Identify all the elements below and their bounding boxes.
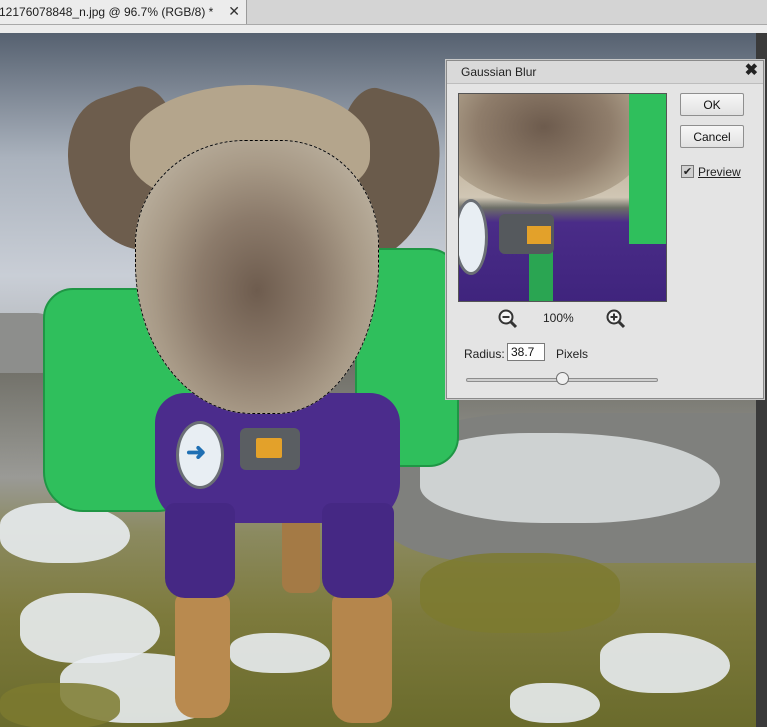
ok-button[interactable]: OK bbox=[680, 93, 744, 116]
blur-preview[interactable] bbox=[458, 93, 667, 302]
sweater-sleeve bbox=[322, 503, 394, 598]
grass-patch bbox=[420, 553, 620, 633]
grass-patch bbox=[0, 683, 120, 727]
snow-patch bbox=[230, 633, 330, 673]
preview-blurred-area bbox=[459, 94, 649, 204]
dialog-title-bar[interactable]: Gaussian Blur ✖ bbox=[447, 61, 763, 84]
sweater-sleeve bbox=[165, 503, 235, 598]
preview-label[interactable]: Preview bbox=[698, 165, 741, 179]
harness-logo bbox=[256, 438, 282, 458]
preview-backpack bbox=[629, 94, 666, 244]
dog-leg bbox=[332, 593, 392, 723]
document-tab-bar: 12176078848_n.jpg @ 96.7% (RGB/8) * ✕ bbox=[0, 0, 767, 25]
zoom-in-icon[interactable] bbox=[605, 308, 627, 330]
arrow-icon: ➜ bbox=[186, 439, 207, 466]
document-tab-title: 12176078848_n.jpg @ 96.7% (RGB/8) * bbox=[0, 5, 214, 19]
radius-slider-thumb[interactable] bbox=[555, 372, 569, 385]
snow-patch bbox=[600, 633, 730, 693]
close-icon[interactable]: ✕ bbox=[228, 4, 240, 18]
zoom-level: 100% bbox=[543, 311, 574, 325]
snow-patch bbox=[510, 683, 600, 723]
preview-dog-tag bbox=[459, 199, 488, 275]
blurred-selection[interactable] bbox=[135, 140, 379, 414]
radius-label: Radius: bbox=[464, 347, 505, 361]
close-icon[interactable]: ✖ bbox=[745, 62, 758, 80]
cancel-button[interactable]: Cancel bbox=[680, 125, 744, 148]
dialog-title: Gaussian Blur bbox=[461, 65, 537, 79]
dog-leg bbox=[282, 513, 320, 593]
gaussian-blur-dialog: Gaussian Blur ✖ 100% Radius: Pixels OK C… bbox=[446, 60, 764, 399]
dog-leg bbox=[175, 593, 230, 718]
radius-unit-label: Pixels bbox=[556, 347, 589, 361]
radius-input[interactable] bbox=[507, 343, 545, 361]
document-tab[interactable]: 12176078848_n.jpg @ 96.7% (RGB/8) * ✕ bbox=[0, 0, 247, 24]
preview-logo bbox=[527, 226, 551, 244]
zoom-out-icon[interactable] bbox=[497, 308, 519, 330]
preview-checkbox[interactable]: ✔ bbox=[681, 165, 694, 178]
snow-patch bbox=[0, 503, 130, 563]
